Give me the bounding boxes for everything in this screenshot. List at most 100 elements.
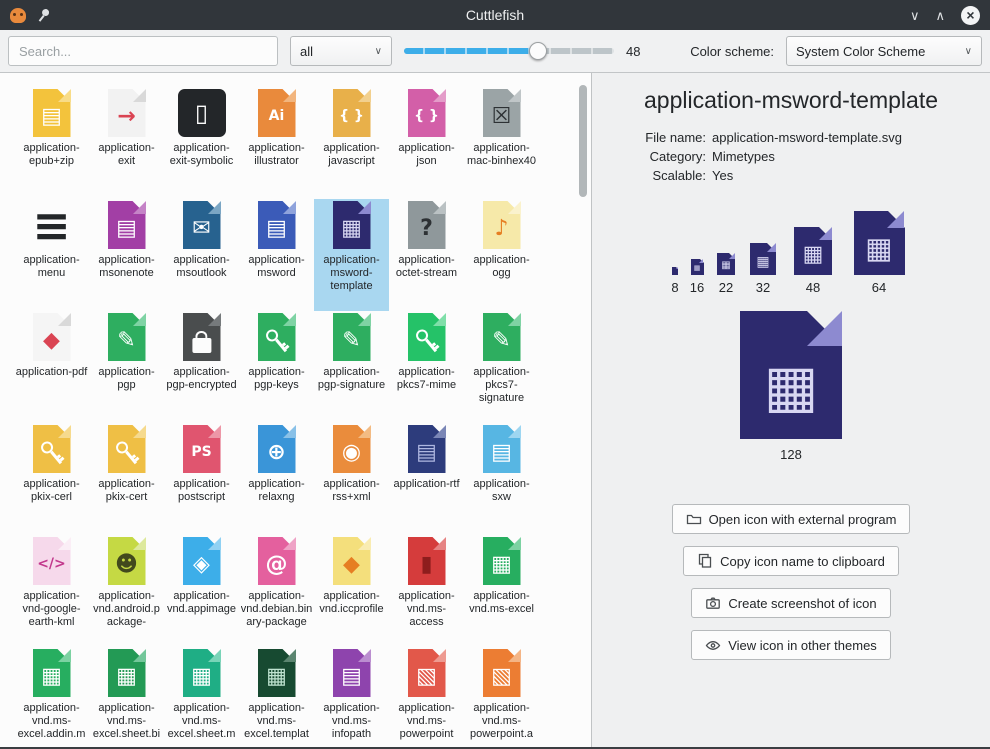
icon-grid-item[interactable]: ◈application-vnd.appimage (164, 535, 239, 647)
slider-handle[interactable] (529, 42, 547, 60)
icon-grid-item[interactable]: ▤application-vnd.ms-infopath (314, 647, 389, 747)
icon-grid-item[interactable]: { }application-javascript (314, 87, 389, 199)
icon-grid-item[interactable]: @application-vnd.debian.binary-package (239, 535, 314, 647)
button-label: Create screenshot of icon (728, 596, 876, 611)
emblem-glyph: Ai (253, 109, 301, 123)
page-fold (208, 649, 221, 662)
application-vnd.ms-powerpoint.a-icon: ▧ (478, 649, 526, 697)
icon-grid-item[interactable]: Aiapplication-illustrator (239, 87, 314, 199)
color-scheme-label: Color scheme: (690, 44, 774, 59)
icon-label: application-rtf (391, 478, 463, 491)
size-preview-label: 16 (690, 280, 704, 295)
detail-title: application-msword-template (644, 87, 938, 114)
application-rss+xml-icon: ◉ (328, 425, 376, 473)
icon-grid-item[interactable]: ✉application-msoutlook (164, 199, 239, 311)
icon-grid-item[interactable]: { }application-json (389, 87, 464, 199)
icon-grid-item[interactable]: ▧application-vnd.ms-powerpoint (389, 647, 464, 747)
scrollbar-handle[interactable] (579, 85, 587, 197)
icon-grid-item[interactable]: ✎application-pgp-signature (314, 311, 389, 423)
icon-label: application-relaxng (241, 478, 313, 504)
icon-grid-item[interactable]: application-pkix-cerl (14, 423, 89, 535)
emblem-glyph: ▤ (253, 218, 301, 240)
scrollbar[interactable] (578, 81, 588, 739)
icon-grid-item[interactable]: ▦application-msword-template (314, 199, 389, 311)
icon-size-slider[interactable] (404, 41, 614, 61)
icon-grid-item[interactable]: application-pgp-keys (239, 311, 314, 423)
screenshot-button[interactable]: Create screenshot of icon (691, 588, 890, 618)
icon-grid-item[interactable]: →application-exit (89, 87, 164, 199)
icon-grid-item[interactable]: ▧ application-vnd.ms-powerpoint.a (464, 647, 539, 747)
icon-grid-item[interactable]: ♪application-ogg (464, 199, 539, 311)
icon-grid-item[interactable]: ⊕ application-relaxng (239, 423, 314, 535)
application-ogg-icon: ♪ (478, 201, 526, 249)
icon-grid-item[interactable]: ?application-octet-stream (389, 199, 464, 311)
icon-grid-item[interactable]: ◆application-vnd.iccprofile (314, 535, 389, 647)
application-vnd.appimage-icon: ◈ (178, 537, 226, 585)
icon-label: application-pkcs7-signature (466, 366, 538, 405)
maximize-button[interactable]: ∧ (935, 9, 945, 22)
detail-field-label: Category: (608, 149, 706, 164)
icon-grid-item[interactable]: ▦application-vnd.ms-excel (464, 535, 539, 647)
page-fold (508, 89, 521, 102)
icon-grid-item[interactable]: ▮application-vnd.ms-access (389, 535, 464, 647)
page-fold (508, 649, 521, 662)
icon-grid-item[interactable]: PSapplication-postscript (164, 423, 239, 535)
open-external-button[interactable]: Open icon with external program (672, 504, 911, 534)
icon-grid-item[interactable]: ✎application-pkcs7-signature (464, 311, 539, 423)
icon-label: application-vnd.ms-powerpoint.a (466, 702, 538, 741)
minimize-button[interactable]: ∨ (910, 9, 920, 22)
icon-grid-item[interactable]: application-pkcs7-mime (389, 311, 464, 423)
page-fold (58, 89, 71, 102)
page-fold (433, 425, 446, 438)
page-fold (508, 425, 521, 438)
emblem-glyph: ▦ (103, 666, 151, 688)
page-fold (433, 649, 446, 662)
emblem-glyph: ▧ (478, 666, 526, 688)
icon-label: application-vnd.ms-excel (466, 590, 538, 616)
icon-grid-item[interactable]: ▤application-epub+zip (14, 87, 89, 199)
application-pkix-cerl-icon (28, 425, 76, 473)
search-input[interactable] (8, 36, 278, 66)
emblem-glyph: ▦ (253, 666, 301, 688)
icon-grid-item[interactable]: ▦application-vnd.ms-excel.sheet.m (164, 647, 239, 747)
icon-grid-item[interactable]: ▤application-sxw (464, 423, 539, 535)
icon-grid-item[interactable]: ▦application-vnd.ms-excel.templat (239, 647, 314, 747)
color-scheme-dropdown[interactable]: System Color Scheme ∨ (786, 36, 982, 66)
emblem-glyph: ⊕ (253, 442, 301, 464)
copy-name-button[interactable]: Copy icon name to clipboard (683, 546, 899, 576)
icon-grid-item[interactable]: ☒application-mac-binhex40 (464, 87, 539, 199)
icon-grid-item[interactable]: ≡application-menu (14, 199, 89, 311)
icon-grid-item[interactable]: ▦application-vnd.ms-excel.sheet.bi (89, 647, 164, 747)
window-controls: ∨ ∧ × (910, 6, 980, 25)
icon-grid-item[interactable]: ▯application-exit-symbolic (164, 87, 239, 199)
titlebar: Cuttlefish ∨ ∧ × (0, 0, 990, 30)
icon-label: application-msword (241, 254, 313, 280)
page-fold (508, 313, 521, 326)
emblem-glyph: { } (403, 109, 451, 123)
icon-grid-item[interactable]: ▦application-vnd.ms-excel.addin.m (14, 647, 89, 747)
page-fold (133, 425, 146, 438)
emblem-glyph: ▦ (789, 244, 837, 266)
icon-label: application-pgp-keys (241, 366, 313, 392)
page-fold (133, 313, 146, 326)
icon-grid-item[interactable]: ◉application-rss+xml (314, 423, 389, 535)
page-fold (358, 313, 371, 326)
close-button[interactable]: × (961, 6, 980, 25)
icon-grid-item[interactable]: ▤application-msonenote (89, 199, 164, 311)
icon-grid-item[interactable]: ▤ application-msword (239, 199, 314, 311)
pin-icon[interactable] (33, 5, 53, 25)
icon-grid-item[interactable]: ◆application-pdf (14, 311, 89, 423)
icon-grid-item[interactable]: ▤application-rtf (389, 423, 464, 535)
icon-grid-item[interactable]: application-pgp-encrypted (164, 311, 239, 423)
size-preview-item: ▦32 (747, 243, 779, 295)
icon-grid-item[interactable]: application-pkix-cert (89, 423, 164, 535)
emblem-glyph: ▦ (328, 218, 376, 240)
app-icon[interactable] (10, 8, 26, 23)
page-fold (358, 89, 371, 102)
icon-grid-item[interactable]: </>application-vnd-google-earth-kml (14, 535, 89, 647)
icon-grid-item[interactable]: ✎application-pgp (89, 311, 164, 423)
page-fold (133, 537, 146, 550)
category-filter-dropdown[interactable]: all ∨ (290, 36, 392, 66)
icon-grid-item[interactable]: ☻application-vnd.android.package- (89, 535, 164, 647)
view-other-themes-button[interactable]: View icon in other themes (691, 630, 891, 660)
